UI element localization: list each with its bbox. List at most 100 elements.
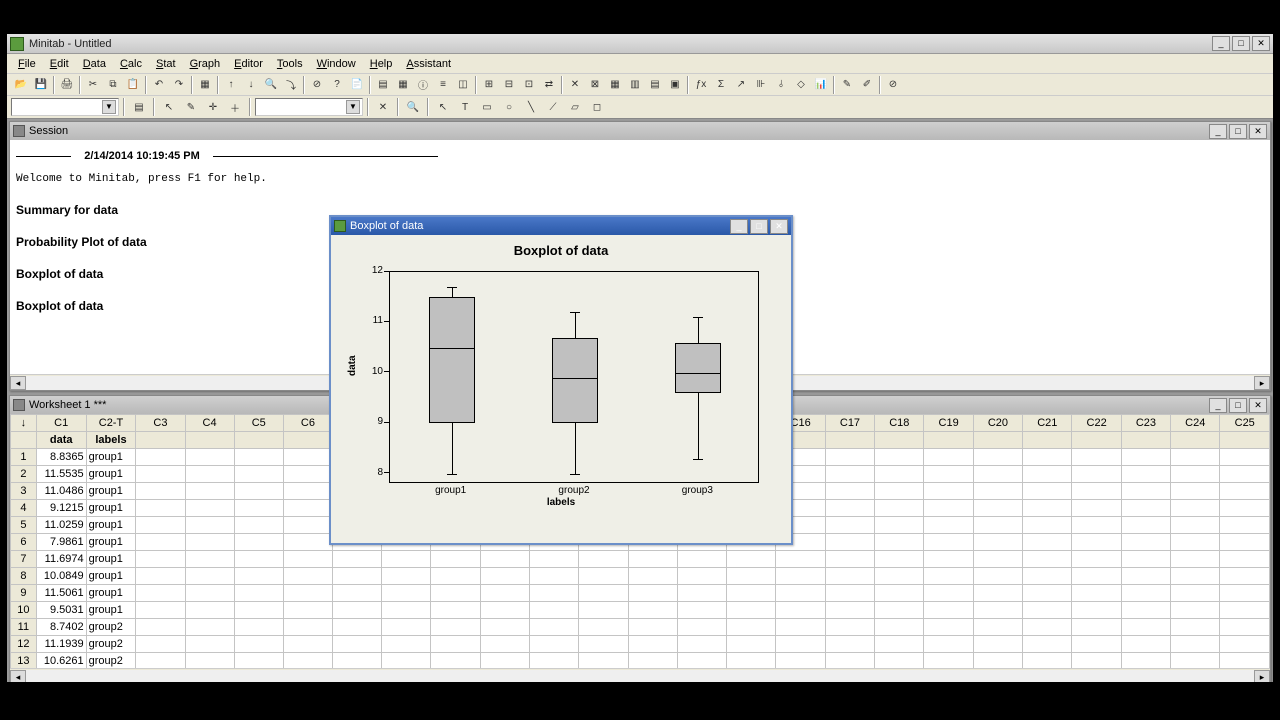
empty-cell[interactable] xyxy=(1121,636,1170,653)
empty-cell[interactable] xyxy=(776,568,825,585)
empty-cell[interactable] xyxy=(480,653,529,669)
brush-tool-button[interactable]: ✎ xyxy=(181,97,201,117)
data-cell[interactable]: group1 xyxy=(86,517,136,534)
empty-cell[interactable] xyxy=(1121,449,1170,466)
empty-cell[interactable] xyxy=(1171,466,1220,483)
empty-cell[interactable] xyxy=(1023,619,1072,636)
empty-cell[interactable] xyxy=(677,602,726,619)
empty-cell[interactable] xyxy=(529,551,578,568)
empty-cell[interactable] xyxy=(382,636,431,653)
col-name[interactable] xyxy=(924,432,973,449)
empty-cell[interactable] xyxy=(1220,653,1270,669)
empty-cell[interactable] xyxy=(628,602,677,619)
empty-cell[interactable] xyxy=(776,551,825,568)
empty-cell[interactable] xyxy=(185,466,234,483)
empty-cell[interactable] xyxy=(136,483,185,500)
calc-button[interactable]: ƒx xyxy=(691,75,711,95)
empty-cell[interactable] xyxy=(136,517,185,534)
menu-tools[interactable]: Tools xyxy=(270,56,310,72)
empty-cell[interactable] xyxy=(1023,653,1072,669)
empty-cell[interactable] xyxy=(234,602,283,619)
data-cell[interactable]: group1 xyxy=(86,500,136,517)
main-maximize-button[interactable]: □ xyxy=(1232,36,1250,51)
empty-cell[interactable] xyxy=(185,602,234,619)
row-header[interactable]: 13 xyxy=(11,653,37,669)
empty-cell[interactable] xyxy=(776,585,825,602)
empty-cell[interactable] xyxy=(924,534,973,551)
empty-cell[interactable] xyxy=(283,449,332,466)
empty-cell[interactable] xyxy=(1023,466,1072,483)
empty-cell[interactable] xyxy=(185,653,234,669)
anova-button[interactable]: ⊪ xyxy=(751,75,771,95)
empty-cell[interactable] xyxy=(776,619,825,636)
empty-cell[interactable] xyxy=(136,619,185,636)
empty-cell[interactable] xyxy=(727,585,776,602)
empty-cell[interactable] xyxy=(1121,517,1170,534)
empty-cell[interactable] xyxy=(1121,500,1170,517)
empty-cell[interactable] xyxy=(529,585,578,602)
empty-cell[interactable] xyxy=(973,636,1022,653)
main-close-button[interactable]: ✕ xyxy=(1252,36,1270,51)
table-row[interactable]: 810.0849group1 xyxy=(11,568,1270,585)
empty-cell[interactable] xyxy=(1023,585,1072,602)
empty-cell[interactable] xyxy=(1023,636,1072,653)
empty-cell[interactable] xyxy=(431,602,480,619)
empty-cell[interactable] xyxy=(677,636,726,653)
empty-cell[interactable] xyxy=(1220,602,1270,619)
empty-cell[interactable] xyxy=(1072,636,1121,653)
table-row[interactable]: 911.5061group1 xyxy=(11,585,1270,602)
empty-cell[interactable] xyxy=(1171,619,1220,636)
line-tool-button[interactable]: ╲ xyxy=(521,97,541,117)
empty-cell[interactable] xyxy=(825,517,874,534)
empty-cell[interactable] xyxy=(529,602,578,619)
data-cell[interactable]: 11.5061 xyxy=(36,585,86,602)
empty-cell[interactable] xyxy=(727,636,776,653)
row-header[interactable]: 7 xyxy=(11,551,37,568)
empty-cell[interactable] xyxy=(234,500,283,517)
empty-cell[interactable] xyxy=(825,534,874,551)
empty-cell[interactable] xyxy=(480,551,529,568)
brush-button[interactable]: ✎ xyxy=(837,75,857,95)
empty-cell[interactable] xyxy=(382,619,431,636)
empty-cell[interactable] xyxy=(480,636,529,653)
empty-cell[interactable] xyxy=(1171,653,1220,669)
paste-button[interactable]: 📋 xyxy=(123,75,143,95)
empty-cell[interactable] xyxy=(1121,466,1170,483)
worksheet-window-button[interactable]: ▦ xyxy=(393,75,413,95)
empty-cell[interactable] xyxy=(727,568,776,585)
empty-cell[interactable] xyxy=(1121,551,1170,568)
empty-cell[interactable] xyxy=(1171,483,1220,500)
history-window-button[interactable]: ≡ xyxy=(433,75,453,95)
empty-cell[interactable] xyxy=(875,568,924,585)
row-header[interactable]: 5 xyxy=(11,517,37,534)
empty-cell[interactable] xyxy=(431,653,480,669)
empty-cell[interactable] xyxy=(1072,500,1121,517)
empty-cell[interactable] xyxy=(1171,585,1220,602)
boxplot-box[interactable] xyxy=(429,272,475,484)
insert-rows-button[interactable]: ⊟ xyxy=(499,75,519,95)
col-name[interactable] xyxy=(973,432,1022,449)
empty-cell[interactable] xyxy=(677,568,726,585)
empty-cell[interactable] xyxy=(234,517,283,534)
empty-cell[interactable] xyxy=(431,636,480,653)
data-cell[interactable]: 9.1215 xyxy=(36,500,86,517)
cancel-button[interactable]: ⊘ xyxy=(307,75,327,95)
empty-cell[interactable] xyxy=(924,517,973,534)
empty-cell[interactable] xyxy=(1023,551,1072,568)
insert-cells-button[interactable]: ⊞ xyxy=(479,75,499,95)
empty-cell[interactable] xyxy=(1220,449,1270,466)
empty-cell[interactable] xyxy=(727,619,776,636)
empty-cell[interactable] xyxy=(973,653,1022,669)
empty-cell[interactable] xyxy=(185,636,234,653)
empty-cell[interactable] xyxy=(825,483,874,500)
table-row[interactable]: 1211.1939group2 xyxy=(11,636,1270,653)
data-cell[interactable]: 11.5535 xyxy=(36,466,86,483)
worksheet-maximize-button[interactable]: □ xyxy=(1229,398,1247,413)
col-name[interactable] xyxy=(1171,432,1220,449)
empty-cell[interactable] xyxy=(1072,466,1121,483)
empty-cell[interactable] xyxy=(825,619,874,636)
empty-cell[interactable] xyxy=(382,653,431,669)
empty-cell[interactable] xyxy=(1072,568,1121,585)
empty-cell[interactable] xyxy=(924,653,973,669)
empty-cell[interactable] xyxy=(825,636,874,653)
